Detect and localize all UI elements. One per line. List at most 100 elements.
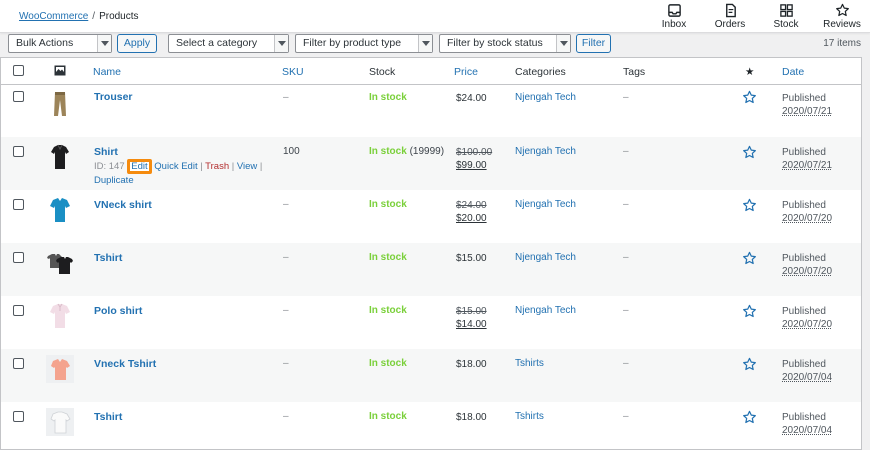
view-link[interactable]: View bbox=[237, 161, 257, 172]
featured-star-icon[interactable] bbox=[742, 357, 757, 372]
product-name-link[interactable]: Tshirt bbox=[94, 411, 122, 423]
publish-date: 2020/07/20 bbox=[782, 319, 833, 330]
sku-value: – bbox=[283, 92, 289, 103]
edit-link[interactable]: Edit bbox=[127, 159, 152, 174]
product-id: ID: 147 bbox=[94, 161, 125, 172]
vneck-tshirt-thumbnail[interactable] bbox=[46, 355, 74, 383]
category-link[interactable]: Njengah Tech bbox=[515, 252, 576, 263]
quick-edit-link[interactable]: Quick Edit bbox=[154, 161, 197, 172]
column-date[interactable]: Date bbox=[782, 66, 804, 78]
sale-price: $20.00 bbox=[456, 213, 487, 224]
filter-button[interactable]: Filter bbox=[576, 34, 611, 53]
stock-label: Stock bbox=[773, 19, 799, 30]
category-link[interactable]: Njengah Tech bbox=[515, 146, 576, 157]
product-type-filter-select[interactable]: Filter by product type bbox=[295, 34, 433, 53]
duplicate-link[interactable]: Duplicate bbox=[94, 175, 134, 186]
bulk-actions-select[interactable]: Bulk Actions bbox=[8, 34, 112, 53]
orders-label: Orders bbox=[714, 19, 746, 30]
reviews-label: Reviews bbox=[823, 19, 861, 30]
publish-status: Published bbox=[782, 253, 826, 264]
row-checkbox[interactable] bbox=[13, 252, 24, 263]
tshirt-white-thumbnail[interactable] bbox=[46, 408, 74, 436]
product-name-link[interactable]: Shirt bbox=[94, 146, 118, 158]
date-cell: Published 2020/07/04 bbox=[782, 358, 832, 384]
category-link[interactable]: Njengah Tech bbox=[515, 305, 576, 316]
publish-status: Published bbox=[782, 412, 826, 423]
category-filter-select[interactable]: Select a category bbox=[168, 34, 289, 53]
tags-value: – bbox=[623, 411, 629, 422]
category-link[interactable]: Tshirts bbox=[515, 358, 544, 369]
tshirt-thumbnail[interactable] bbox=[46, 249, 74, 277]
breadcrumb-woocommerce-link[interactable]: WooCommerce bbox=[19, 11, 88, 22]
regular-price: $100.00 bbox=[456, 147, 493, 158]
apply-button[interactable]: Apply bbox=[117, 34, 157, 53]
price-value: $18.00 bbox=[456, 412, 487, 423]
category-link[interactable]: Tshirts bbox=[515, 411, 544, 422]
featured-star-icon[interactable] bbox=[742, 145, 757, 160]
table-header: Name SKU Stock Price Categories Tags ★ D… bbox=[1, 58, 861, 85]
stock-status: In stock bbox=[369, 411, 407, 422]
stock-button[interactable]: Stock bbox=[758, 0, 814, 33]
featured-star-icon[interactable] bbox=[742, 198, 757, 213]
category-filter-value: Select a category bbox=[176, 37, 258, 49]
sale-price: $99.00 bbox=[456, 160, 487, 171]
stock-quantity: (19999) bbox=[409, 146, 445, 157]
row-checkbox[interactable] bbox=[13, 146, 24, 157]
column-name[interactable]: Name bbox=[93, 66, 121, 78]
featured-star-icon[interactable] bbox=[742, 304, 757, 319]
publish-date: 2020/07/20 bbox=[782, 266, 833, 277]
stock-status: In stock bbox=[369, 305, 407, 316]
reviews-button[interactable]: Reviews bbox=[814, 0, 870, 33]
orders-button[interactable]: Orders bbox=[702, 0, 758, 33]
tags-value: – bbox=[623, 358, 629, 369]
date-cell: Published 2020/07/21 bbox=[782, 146, 832, 172]
table-row: Polo shirt – In stock $15.00 $14.00 Njeng… bbox=[1, 296, 861, 349]
publish-date: 2020/07/20 bbox=[782, 213, 833, 224]
stock-status-filter-select[interactable]: Filter by stock status bbox=[439, 34, 571, 53]
row-checkbox[interactable] bbox=[13, 358, 24, 369]
stock-status: In stock bbox=[369, 199, 407, 210]
product-name-link[interactable]: VNeck shirt bbox=[94, 199, 152, 211]
row-checkbox[interactable] bbox=[13, 199, 24, 210]
date-cell: Published 2020/07/20 bbox=[782, 199, 832, 225]
publish-date: 2020/07/21 bbox=[782, 106, 833, 117]
stock-cell: In stock (19999) bbox=[369, 146, 444, 157]
featured-star-icon[interactable] bbox=[742, 90, 757, 105]
row-checkbox[interactable] bbox=[13, 411, 24, 422]
featured-star-icon[interactable] bbox=[742, 251, 757, 266]
row-checkbox[interactable] bbox=[13, 91, 24, 102]
action-separator: | bbox=[259, 161, 263, 172]
image-column-icon bbox=[54, 65, 66, 76]
column-featured[interactable]: ★ bbox=[745, 66, 754, 78]
vneck-shirt-thumbnail[interactable] bbox=[46, 196, 74, 224]
date-cell: Published 2020/07/20 bbox=[782, 252, 832, 278]
trash-link[interactable]: Trash bbox=[205, 161, 229, 172]
featured-star-icon[interactable] bbox=[742, 410, 757, 425]
sale-price: $14.00 bbox=[456, 319, 487, 330]
top-bar: WooCommerce / Products Inbox Orders Stock … bbox=[0, 0, 870, 33]
tags-value: – bbox=[623, 252, 629, 263]
column-sku[interactable]: SKU bbox=[282, 66, 304, 78]
product-name-link[interactable]: Trouser bbox=[94, 91, 133, 103]
shirt-thumbnail[interactable] bbox=[46, 143, 74, 171]
products-table: Name SKU Stock Price Categories Tags ★ D… bbox=[0, 57, 862, 450]
inbox-button[interactable]: Inbox bbox=[646, 0, 702, 33]
product-name-link[interactable]: Tshirt bbox=[94, 252, 122, 264]
category-link[interactable]: Njengah Tech bbox=[515, 199, 576, 210]
stock-icon bbox=[779, 4, 793, 17]
breadcrumb-current: Products bbox=[99, 11, 139, 22]
polo-shirt-thumbnail[interactable] bbox=[46, 302, 74, 330]
activity-nav: Inbox Orders Stock Reviews bbox=[646, 0, 870, 33]
product-type-filter-value: Filter by product type bbox=[303, 37, 402, 49]
product-name-link[interactable]: Polo shirt bbox=[94, 305, 142, 317]
category-link[interactable]: Njengah Tech bbox=[515, 92, 576, 103]
column-categories: Categories bbox=[515, 66, 566, 78]
column-price[interactable]: Price bbox=[454, 66, 478, 78]
orders-icon bbox=[725, 3, 736, 18]
trouser-thumbnail[interactable] bbox=[46, 90, 74, 118]
row-checkbox[interactable] bbox=[13, 305, 24, 316]
sku-value: – bbox=[283, 305, 289, 316]
inbox-label: Inbox bbox=[661, 19, 687, 30]
product-name-link[interactable]: Vneck Tshirt bbox=[94, 358, 156, 370]
select-all-checkbox[interactable] bbox=[13, 65, 24, 76]
